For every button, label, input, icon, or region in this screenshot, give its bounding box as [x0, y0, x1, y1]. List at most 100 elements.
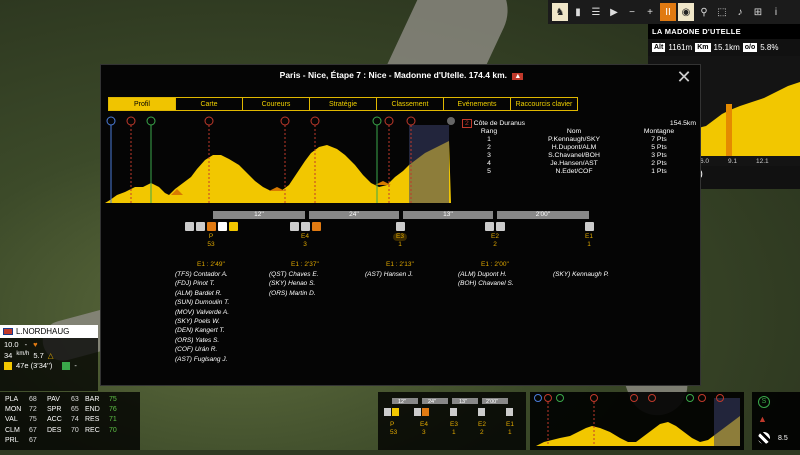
heart-icon: ♥ — [33, 340, 38, 349]
mini-count: 3 — [422, 429, 426, 436]
rider-name[interactable]: (ALM) Dupont H. — [458, 270, 514, 279]
group-time: E1 : 2'00'' — [481, 261, 509, 268]
minus-button[interactable]: − — [624, 3, 640, 21]
rider-name[interactable]: (COF) Urán R. — [175, 345, 229, 354]
stat-label: END — [85, 406, 100, 414]
group-e1[interactable]: E1 1 — [557, 222, 621, 249]
tab-strategie[interactable]: Stratégie — [309, 97, 377, 111]
col-montagne: Montagne — [643, 128, 675, 135]
jersey-icon — [206, 222, 216, 231]
mountain-toggle-icon[interactable]: ▲ — [758, 414, 770, 426]
group-e3[interactable]: E3 1 — [368, 222, 432, 249]
mini-gap: 12'' — [398, 399, 406, 405]
stat-label: PAV — [47, 396, 60, 403]
tab-profil[interactable]: Profil — [108, 97, 176, 111]
rider-name[interactable]: (TFS) Contador A. — [175, 270, 229, 279]
eye-icon[interactable]: ◉ — [678, 3, 694, 21]
table-row: 1 P.Kennaugh/SKY 7 Pts — [459, 136, 699, 144]
stat-value: 71 — [109, 416, 117, 424]
rider-name[interactable]: (ORS) Yates S. — [175, 336, 229, 345]
rider-name[interactable]: (FDJ) Pinot T. — [175, 279, 229, 288]
tab-evenements[interactable]: Evénements — [443, 97, 511, 111]
tab-coureurs[interactable]: Coureurs — [242, 97, 310, 111]
tab-classement[interactable]: Classement — [376, 97, 444, 111]
power-icon: △ — [47, 351, 54, 360]
sprint-toggle-icon[interactable]: S — [758, 396, 770, 408]
rider-name[interactable]: (QST) Chaves E. — [269, 270, 318, 279]
climb-ranking-head: 2 Côte de Duranus 154.5km — [459, 119, 699, 128]
alt-chip: Alt — [652, 43, 666, 52]
finish-flag-icon[interactable] — [758, 432, 770, 444]
sound-icon[interactable]: ♪ — [732, 3, 748, 21]
mountain-icon: ▲ — [512, 73, 524, 80]
stat-value: 68 — [29, 396, 37, 403]
group-count: 53 — [207, 241, 215, 248]
rider-name[interactable]: (ALM) Bardet R. — [175, 289, 229, 298]
toggle-dot[interactable] — [447, 117, 455, 125]
jersey-icon — [289, 222, 299, 231]
mini-code: E2 — [478, 421, 486, 428]
stage-modal: Paris - Nice, Étape 7 : Nice - Madonne d… — [100, 64, 701, 386]
rider-panel[interactable]: L.NORDHAUG 10.0 - ♥ 34 km/h 5.7 △ 47e (3… — [0, 325, 98, 391]
rider-name[interactable]: (SKY) Kennaugh P. — [553, 270, 609, 279]
group-e2[interactable]: E2 2 — [463, 222, 527, 249]
table-row: 4 Je.Hansen/AST 2 Pts — [459, 160, 699, 168]
rider-name[interactable]: (AST) Hansen J. — [365, 270, 413, 279]
mini-count: 1 — [452, 429, 456, 436]
rider-name[interactable]: (BOH) Chavanel S. — [458, 279, 514, 288]
climb-title: LA MADONE D'UTELLE — [648, 24, 800, 39]
stat-value: 67 — [29, 436, 37, 444]
mini-code: E4 — [420, 421, 428, 428]
mini-groups-chart: 12'' 24'' 13'' 2'00'' P E4 E3 E2 E1 53 3… — [384, 398, 514, 436]
stat-value: 65 — [71, 406, 79, 414]
group-e4[interactable]: E4 3 — [273, 222, 337, 249]
bike-icon[interactable]: ⚲ — [696, 3, 712, 21]
mini-groups-panel[interactable]: 12'' 24'' 13'' 2'00'' P E4 E3 E2 E1 53 3… — [378, 392, 526, 450]
modal-title: Paris - Nice, Étape 7 : Nice - Madonne d… — [101, 70, 702, 80]
pause-button[interactable]: II — [660, 3, 676, 21]
rider-name[interactable]: (AST) Fuglsang J. — [175, 355, 229, 364]
list-icon[interactable]: ☰ — [588, 3, 604, 21]
km-value: 15.1km — [713, 43, 740, 52]
rider-name[interactable]: (MOV) Valverde A. — [175, 308, 229, 317]
stat-label: PLA — [5, 396, 19, 403]
play-icon[interactable]: ▶ — [606, 3, 622, 21]
stat-value: 70 — [71, 426, 79, 434]
rider-name[interactable]: (DEN) Kangert T. — [175, 326, 229, 335]
rider-name[interactable]: (SKY) Henao S. — [269, 279, 318, 288]
plus-button[interactable]: + — [642, 3, 658, 21]
rider-icon[interactable]: ♞ — [552, 3, 568, 21]
dash-text: - — [74, 361, 77, 370]
rider-name[interactable]: (SUN) Dumoulin T. — [175, 298, 229, 307]
rider-rank: 47e (3'34'') — [16, 361, 53, 370]
pct-chip: o/o — [742, 43, 758, 52]
jersey-icon — [395, 222, 405, 231]
stat-label: DES — [47, 426, 62, 434]
climb-badge: 2 — [462, 119, 472, 128]
mini-code: E1 — [506, 421, 514, 428]
jersey-icon — [228, 222, 238, 231]
grid-icon[interactable]: ⊞ — [750, 3, 766, 21]
row-points: 5 Pts — [651, 144, 667, 151]
mini-profile-area — [536, 416, 740, 446]
mini-stage-profile[interactable] — [530, 392, 744, 450]
stat-value: 70 — [109, 426, 117, 434]
stat-value: 74 — [71, 416, 79, 424]
profile-icon[interactable]: ▮ — [570, 3, 586, 21]
group-count: 3 — [303, 241, 307, 248]
tab-carte[interactable]: Carte — [175, 97, 243, 111]
stat-value: 76 — [109, 406, 117, 414]
tab-raccourcis[interactable]: Raccourcis clavier — [510, 97, 578, 111]
stat-label: VAL — [5, 416, 18, 424]
rider-name[interactable]: (SKY) Poels W. — [175, 317, 229, 326]
group-peloton[interactable]: P 53 — [179, 222, 243, 249]
current-position-marker — [726, 104, 732, 156]
climb-tick: 12.1 — [756, 158, 769, 165]
rider-list-e4: (QST) Chaves E. (SKY) Henao S. (ORS) Mar… — [269, 270, 318, 298]
jersey-icon — [485, 222, 494, 231]
camera-icon[interactable]: ⬚ — [714, 3, 730, 21]
rider-name[interactable]: (ORS) Martin D. — [269, 289, 318, 298]
info-button[interactable]: i — [768, 3, 784, 21]
row-points: 3 Pts — [651, 152, 667, 159]
close-button[interactable]: ✕ — [674, 67, 694, 88]
